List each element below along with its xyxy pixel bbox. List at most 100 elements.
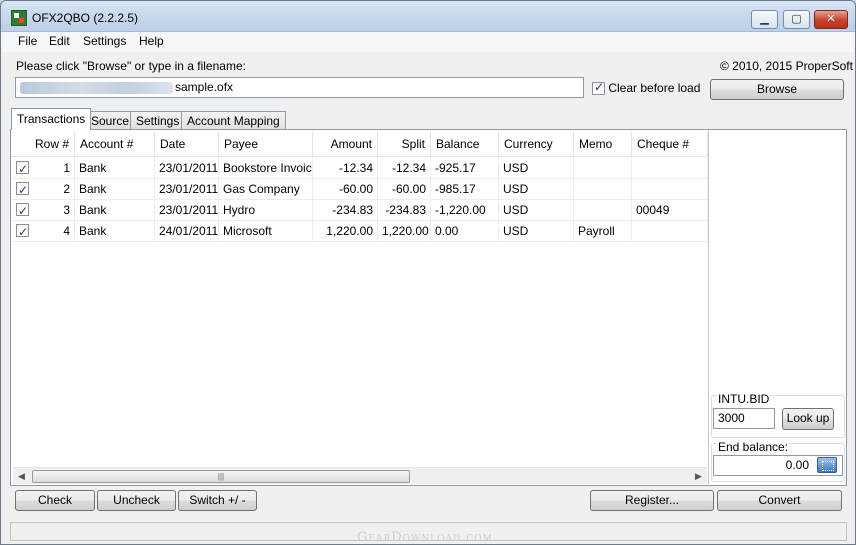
table-row[interactable]: 4 Bank 24/01/2011 Microsoft 1,220.00 1,220.00… <box>11 221 708 242</box>
browse-button[interactable]: Browse <box>710 79 844 100</box>
cell-cheque[interactable] <box>632 179 708 200</box>
cell-amount[interactable]: -60.00 <box>313 179 378 200</box>
cell-amount[interactable]: -234.83 <box>313 200 378 221</box>
column-header[interactable]: Amount <box>313 132 378 157</box>
cell-cheque[interactable]: 00049 <box>632 200 708 221</box>
close-button[interactable]: ✕ <box>814 10 848 29</box>
column-header[interactable]: Cheque # <box>632 132 708 157</box>
cell-date[interactable]: 23/01/2011 <box>155 200 219 221</box>
cell-currency[interactable]: USD <box>499 221 574 242</box>
check-button[interactable]: Check <box>15 490 95 511</box>
cell-payee[interactable]: Microsoft <box>219 221 313 242</box>
column-header[interactable]: Payee <box>219 132 313 157</box>
cell-memo[interactable]: Payroll <box>574 221 632 242</box>
cell-account[interactable]: Bank <box>75 200 155 221</box>
end-balance-label: End balance: <box>717 440 790 454</box>
minimize-button[interactable]: ▁ <box>751 10 778 29</box>
menu-help[interactable]: Help <box>137 34 166 48</box>
column-header[interactable]: Row # <box>11 132 75 157</box>
cell-text: 23/01/2011 <box>159 203 219 217</box>
cell-date[interactable]: 23/01/2011 <box>155 158 219 179</box>
cell-memo[interactable] <box>574 200 632 221</box>
cell-text: USD <box>503 224 529 238</box>
column-header[interactable]: Balance <box>431 132 499 157</box>
cell-cheque[interactable] <box>632 158 708 179</box>
cell-text: -60.00 <box>391 182 426 196</box>
cell-row[interactable]: 4 <box>11 221 75 242</box>
table-row[interactable]: 3 Bank 23/01/2011 Hydro -234.83 -234.83 -1,220… <box>11 200 708 221</box>
cell-split[interactable]: 1,220.00 <box>378 221 431 242</box>
cell-amount[interactable]: -12.34 <box>313 158 378 179</box>
cell-currency[interactable]: USD <box>499 179 574 200</box>
row-checkbox[interactable] <box>16 222 29 242</box>
cell-text: -234.83 <box>385 203 426 217</box>
cell-split[interactable]: -12.34 <box>378 158 431 179</box>
column-header[interactable]: Date <box>155 132 219 157</box>
cell-row[interactable]: 2 <box>11 179 75 200</box>
cell-memo[interactable] <box>574 158 632 179</box>
cell-cheque[interactable] <box>632 221 708 242</box>
cell-amount[interactable]: 1,220.00 <box>313 221 378 242</box>
cell-text: 2 <box>63 182 70 196</box>
convert-button[interactable]: Convert <box>717 490 842 511</box>
horizontal-scrollbar[interactable]: ◀ ||| ▶ <box>13 467 707 484</box>
column-header[interactable]: Memo <box>574 132 632 157</box>
tab-settings[interactable]: Settings <box>130 111 186 129</box>
cell-currency[interactable]: USD <box>499 200 574 221</box>
menu-file[interactable]: File <box>16 34 39 48</box>
tab-transactions[interactable]: Transactions <box>11 108 92 130</box>
column-header[interactable]: Currency <box>499 132 574 157</box>
row-checkbox[interactable] <box>16 159 29 179</box>
cell-payee[interactable]: Gas Company <box>219 179 313 200</box>
clear-before-load-checkbox[interactable]: Clear before load <box>592 80 700 96</box>
calculator-icon[interactable] <box>817 457 837 473</box>
table-row[interactable]: 2 Bank 23/01/2011 Gas Company -60.00 -60.00 -9… <box>11 179 708 200</box>
cell-split[interactable]: -60.00 <box>378 179 431 200</box>
column-header[interactable]: Account # <box>75 132 155 157</box>
tab-account-mapping[interactable]: Account Mapping <box>181 111 286 129</box>
cell-text: 1,220.00 <box>326 224 373 238</box>
menu-settings[interactable]: Settings <box>81 34 128 48</box>
lookup-button[interactable]: Look up <box>782 408 834 430</box>
cell-text: Bank <box>79 203 107 217</box>
register-button[interactable]: Register... <box>590 490 714 511</box>
window-title: OFX2QBO (2.2.2.5) <box>32 11 139 25</box>
grid-header: Row # Account # Date Payee Amount Split … <box>11 132 708 157</box>
cell-balance[interactable]: -1,220.00 <box>431 200 499 221</box>
cell-text: 1 <box>63 161 70 175</box>
cell-currency[interactable]: USD <box>499 158 574 179</box>
cell-account[interactable]: Bank <box>75 179 155 200</box>
cell-text: Microsoft <box>223 224 272 238</box>
cell-account[interactable]: Bank <box>75 158 155 179</box>
cell-payee[interactable]: Hydro <box>219 200 313 221</box>
cell-row[interactable]: 1 <box>11 158 75 179</box>
cell-account[interactable]: Bank <box>75 221 155 242</box>
intu-bid-input[interactable]: 3000 <box>713 408 775 429</box>
table-row[interactable]: 1 Bank 23/01/2011 Bookstore Invoice -12.34 -1… <box>11 158 708 179</box>
scroll-left-icon[interactable]: ◀ <box>13 468 30 485</box>
cell-date[interactable]: 24/01/2011 <box>155 221 219 242</box>
maximize-button[interactable]: ▢ <box>783 10 810 29</box>
cell-date[interactable]: 23/01/2011 <box>155 179 219 200</box>
tab-source[interactable]: Source <box>85 111 136 129</box>
cell-balance[interactable]: 0.00 <box>431 221 499 242</box>
uncheck-button[interactable]: Uncheck <box>97 490 176 511</box>
row-checkbox[interactable] <box>16 201 29 221</box>
cell-row[interactable]: 3 <box>11 200 75 221</box>
checkmark-icon <box>592 80 605 96</box>
scroll-right-icon[interactable]: ▶ <box>690 468 707 485</box>
cell-balance[interactable]: -985.17 <box>431 179 499 200</box>
menu-edit[interactable]: Edit <box>47 34 72 48</box>
row-checkbox[interactable] <box>16 180 29 200</box>
cell-split[interactable]: -234.83 <box>378 200 431 221</box>
title-bar[interactable]: OFX2QBO (2.2.2.5) ▁ ▢ ✕ <box>1 1 855 32</box>
filename-input[interactable]: sample.ofx <box>15 77 584 98</box>
cell-text: 1,220.00 <box>382 224 429 238</box>
switch-sign-button[interactable]: Switch +/ - <box>178 490 257 511</box>
cell-memo[interactable] <box>574 179 632 200</box>
cell-payee[interactable]: Bookstore Invoice <box>219 158 313 179</box>
cell-balance[interactable]: -925.17 <box>431 158 499 179</box>
scrollbar-thumb[interactable]: ||| <box>32 470 410 483</box>
cell-text: 23/01/2011 <box>159 161 219 175</box>
column-header[interactable]: Split <box>378 132 431 157</box>
